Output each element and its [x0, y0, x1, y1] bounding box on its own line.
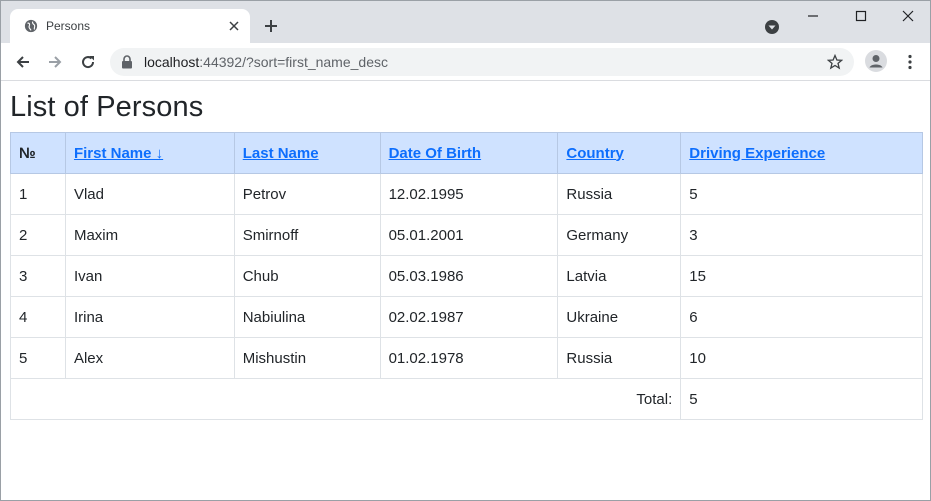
cell-first-name: Ivan	[64, 255, 235, 297]
table-row: 4 Irina Nabiulina 02.02.1987 Ukraine 6	[10, 296, 923, 338]
url-host: localhost	[144, 54, 200, 70]
header-date-of-birth: Date Of Birth	[379, 132, 559, 174]
cell-number: 5	[10, 337, 66, 379]
back-arrow-icon[interactable]	[14, 53, 32, 71]
cell-date-of-birth: 05.03.1986	[379, 255, 559, 297]
table-row: 5 Alex Mishustin 01.02.1978 Russia 10	[10, 337, 923, 379]
new-tab-icon[interactable]	[263, 18, 279, 34]
browser-toolbar: localhost:44392/?sort=first_name_desc	[1, 43, 930, 81]
cell-date-of-birth: 12.02.1995	[379, 173, 559, 215]
tab-search-icon[interactable]	[764, 19, 780, 35]
url-text[interactable]: localhost:44392/?sort=first_name_desc	[144, 54, 388, 70]
header-country: Country	[557, 132, 682, 174]
tab-strip: Persons	[1, 1, 930, 43]
forward-arrow-icon[interactable]	[46, 53, 64, 71]
cell-number: 3	[10, 255, 66, 297]
cell-country: Latvia	[557, 255, 682, 297]
sort-first-name-link[interactable]: First Name ↓	[74, 145, 163, 162]
cell-driving-experience: 10	[680, 337, 923, 379]
cell-first-name: Vlad	[64, 173, 235, 215]
cell-number: 1	[10, 173, 66, 215]
reload-icon[interactable]	[79, 53, 97, 71]
sort-date-of-birth-link[interactable]: Date Of Birth	[389, 145, 482, 162]
person-icon	[869, 55, 883, 68]
cell-country: Russia	[557, 173, 682, 215]
total-value: 5	[680, 378, 923, 420]
cell-date-of-birth: 02.02.1987	[379, 296, 559, 338]
table-row: 3 Ivan Chub 05.03.1986 Latvia 15	[10, 255, 923, 297]
cell-country: Russia	[557, 337, 682, 379]
cell-driving-experience: 15	[680, 255, 923, 297]
page-title: List of Persons	[10, 91, 204, 123]
cell-first-name: Irina	[64, 296, 235, 338]
total-label: Total:	[9, 378, 682, 420]
close-tab-icon[interactable]	[226, 18, 242, 34]
cell-country: Ukraine	[557, 296, 682, 338]
cell-driving-experience: 3	[680, 214, 923, 256]
page-content: List of Persons № First Name ↓ Last Name…	[1, 82, 930, 500]
cell-first-name: Alex	[64, 337, 235, 379]
cell-last-name: Petrov	[233, 173, 381, 215]
cell-last-name: Nabiulina	[233, 296, 381, 338]
persons-table: № First Name ↓ Last Name Date Of Birth C…	[9, 132, 923, 420]
bookmark-star-icon[interactable]	[827, 54, 843, 70]
sort-driving-experience-link[interactable]: Driving Experience	[689, 145, 825, 162]
tab-persons[interactable]: Persons	[10, 9, 250, 43]
header-last-name: Last Name	[233, 132, 381, 174]
table-row: 1 Vlad Petrov 12.02.1995 Russia 5	[10, 173, 923, 215]
url-path: :44392/?sort=first_name_desc	[199, 54, 388, 70]
cell-last-name: Chub	[233, 255, 381, 297]
profile-avatar-icon[interactable]	[865, 50, 887, 72]
tab-title: Persons	[46, 19, 91, 33]
cell-number: 4	[10, 296, 66, 338]
cell-driving-experience: 6	[680, 296, 923, 338]
table-total-row: Total: 5	[9, 378, 923, 420]
address-bar[interactable]: localhost:44392/?sort=first_name_desc	[110, 48, 854, 76]
cell-date-of-birth: 01.02.1978	[379, 337, 559, 379]
cell-number: 2	[10, 214, 66, 256]
browser-window: Persons localhost:44392/?sort=first_name…	[0, 0, 931, 501]
table-header-row: № First Name ↓ Last Name Date Of Birth C…	[10, 132, 923, 174]
close-window-icon[interactable]	[900, 8, 916, 24]
globe-icon	[24, 19, 38, 33]
cell-country: Germany	[557, 214, 682, 256]
cell-last-name: Mishustin	[233, 337, 381, 379]
table-row: 2 Maxim Smirnoff 05.01.2001 Germany 3	[10, 214, 923, 256]
cell-first-name: Maxim	[64, 214, 235, 256]
more-menu-icon[interactable]	[901, 53, 919, 71]
maximize-icon[interactable]	[853, 8, 869, 24]
header-number-label: №	[19, 144, 36, 162]
cell-driving-experience: 5	[680, 173, 923, 215]
sort-country-link[interactable]: Country	[566, 145, 624, 162]
minimize-icon[interactable]	[805, 8, 821, 24]
header-driving-experience: Driving Experience	[680, 132, 923, 174]
header-first-name: First Name ↓	[64, 132, 235, 174]
sort-last-name-link[interactable]: Last Name	[243, 145, 319, 162]
lock-icon[interactable]	[121, 55, 133, 69]
header-number: №	[10, 132, 66, 174]
cell-last-name: Smirnoff	[233, 214, 381, 256]
cell-date-of-birth: 05.01.2001	[379, 214, 559, 256]
